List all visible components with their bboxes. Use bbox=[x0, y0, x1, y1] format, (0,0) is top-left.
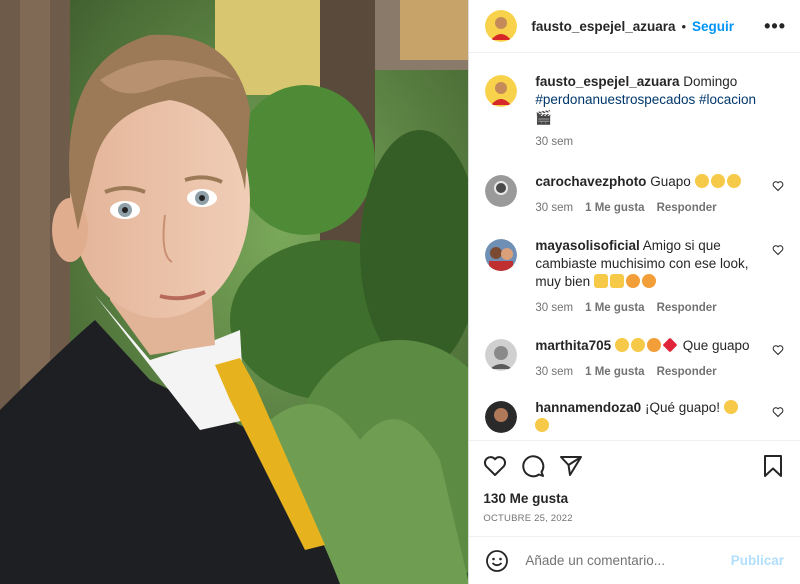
caption-text: Domingo bbox=[683, 74, 738, 89]
likes-count[interactable]: 130 Me gusta bbox=[483, 491, 784, 506]
avatar[interactable] bbox=[485, 239, 518, 271]
like-comment-icon[interactable] bbox=[772, 244, 784, 256]
post-actions: 130 Me gusta OCTUBRE 25, 2022 bbox=[469, 440, 800, 524]
heart-emoji bbox=[662, 337, 678, 353]
like-comment-icon[interactable] bbox=[772, 180, 784, 192]
comment-input[interactable] bbox=[523, 552, 718, 569]
comment-username[interactable]: carochavezphoto bbox=[535, 174, 646, 189]
like-comment-icon[interactable] bbox=[772, 406, 784, 418]
separator-dot: • bbox=[681, 18, 687, 34]
avatar[interactable] bbox=[485, 175, 518, 207]
reply-button[interactable]: Responder bbox=[657, 363, 717, 381]
comment-text: ¡Qué guapo! bbox=[644, 400, 721, 415]
header-username[interactable]: fausto_espejel_azuara bbox=[531, 19, 675, 34]
follow-button[interactable]: Seguir bbox=[692, 19, 734, 34]
avatar[interactable] bbox=[485, 10, 518, 42]
clap-emoji bbox=[641, 274, 656, 288]
heart-eyes-emoji bbox=[614, 338, 629, 352]
avatar[interactable] bbox=[485, 339, 518, 371]
comment-item: marthita705 Que guapo 30 sem 1 Me gusta … bbox=[485, 337, 784, 381]
smiling-emoji bbox=[723, 400, 738, 414]
comment-time[interactable]: 30 sem bbox=[535, 199, 573, 217]
add-comment-bar: Publicar bbox=[469, 536, 800, 584]
post-sidebar: fausto_espejel_azuara • Seguir ••• faust… bbox=[468, 0, 800, 584]
comments-list[interactable]: fausto_espejel_azuara Domingo #perdonanu… bbox=[469, 53, 800, 439]
post-modal: fausto_espejel_azuara • Seguir ••• faust… bbox=[0, 0, 800, 584]
comment-likes[interactable]: 1 Me gusta bbox=[585, 199, 644, 217]
thumbs-up-emoji bbox=[593, 274, 608, 288]
like-icon[interactable] bbox=[483, 454, 507, 478]
reply-button[interactable]: Responder bbox=[657, 299, 717, 317]
share-icon[interactable] bbox=[559, 454, 583, 478]
avatar[interactable] bbox=[485, 75, 518, 107]
comment-text: Que guapo bbox=[682, 338, 750, 353]
comment-item: carochavezphoto Guapo 30 sem 1 Me gusta … bbox=[485, 173, 784, 217]
clap-emoji bbox=[625, 274, 640, 288]
heart-eyes-emoji bbox=[710, 174, 725, 188]
comment-likes[interactable]: 1 Me gusta bbox=[585, 363, 644, 381]
comment-likes[interactable]: 1 Me gusta bbox=[585, 299, 644, 317]
comment-text: Guapo bbox=[650, 174, 691, 189]
post-date[interactable]: OCTUBRE 25, 2022 bbox=[483, 513, 784, 524]
comment-username[interactable]: hannamendoza0 bbox=[535, 400, 641, 415]
comment-item: mayasolisoficial Amigo si que cambiaste … bbox=[485, 237, 784, 317]
comment-username[interactable]: mayasolisoficial bbox=[535, 238, 639, 253]
save-bookmark-icon[interactable] bbox=[762, 454, 784, 478]
avatar[interactable] bbox=[485, 401, 518, 433]
caption: fausto_espejel_azuara Domingo #perdonanu… bbox=[485, 73, 784, 151]
heart-eyes-emoji bbox=[726, 174, 741, 188]
clap-emoji bbox=[646, 338, 661, 352]
post-photo[interactable] bbox=[0, 0, 469, 584]
emoji-picker-icon[interactable] bbox=[485, 549, 509, 573]
smiling-emoji bbox=[535, 418, 550, 432]
comment-time[interactable]: 30 sem bbox=[535, 299, 573, 317]
post-comment-button[interactable]: Publicar bbox=[731, 553, 784, 568]
reply-button[interactable]: Responder bbox=[657, 199, 717, 217]
caption-time[interactable]: 30 sem bbox=[535, 133, 573, 151]
like-comment-icon[interactable] bbox=[772, 344, 784, 356]
comment-icon[interactable] bbox=[521, 454, 545, 478]
comment-username[interactable]: marthita705 bbox=[535, 338, 611, 353]
post-header: fausto_espejel_azuara • Seguir ••• bbox=[469, 0, 800, 53]
comment-item: hannamendoza0 ¡Qué guapo! bbox=[485, 399, 784, 435]
caption-hashtags[interactable]: #perdonanuestrospecados #locacion bbox=[535, 92, 756, 107]
caption-username[interactable]: fausto_espejel_azuara bbox=[535, 74, 679, 89]
heart-eyes-emoji bbox=[630, 338, 645, 352]
clapper-emoji: 🎬 bbox=[535, 110, 553, 125]
comment-time[interactable]: 30 sem bbox=[535, 363, 573, 381]
thumbs-up-emoji bbox=[609, 274, 624, 288]
more-options-icon[interactable]: ••• bbox=[764, 17, 786, 35]
heart-eyes-emoji bbox=[694, 174, 709, 188]
